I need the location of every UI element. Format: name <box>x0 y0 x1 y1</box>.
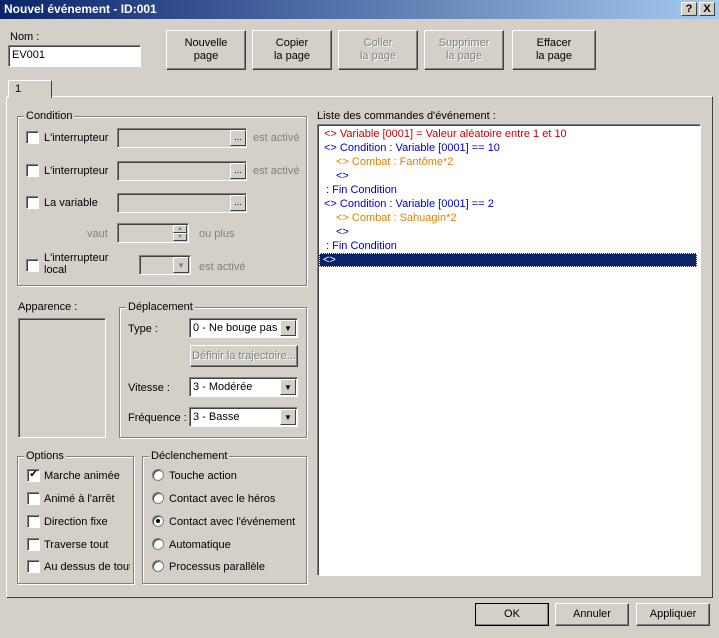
appearance-label: Apparence : <box>18 301 78 313</box>
switch2-browse-button[interactable]: ... <box>230 163 246 179</box>
trigger-radio-event[interactable] <box>152 515 164 527</box>
local-switch-dropdown-icon[interactable]: ▼ <box>173 257 189 273</box>
command-line-condition[interactable]: <> Condition : Variable [0001] == 2 <box>320 197 494 211</box>
option-label-above: Au dessus de tout <box>44 561 130 573</box>
trigger-radio-parallel[interactable] <box>152 560 164 572</box>
command-line-condition[interactable]: <> Condition : Variable [0001] == 10 <box>320 141 500 155</box>
trigger-legend: Déclenchement <box>149 450 230 462</box>
movement-type-dropdown-icon[interactable]: ▼ <box>280 320 296 336</box>
variable-field[interactable] <box>117 193 247 213</box>
local-switch-checkbox[interactable] <box>26 259 39 272</box>
help-button[interactable]: ? <box>681 2 697 16</box>
speed-label: Vitesse : <box>128 382 170 394</box>
movement-type-label: Type : <box>128 323 158 335</box>
name-label: Nom : <box>10 31 40 43</box>
switch2-label: L'interrupteur <box>44 165 109 177</box>
radio-selected-icon <box>156 519 160 523</box>
trigger-radio-auto[interactable] <box>152 538 164 550</box>
option-checkbox-above[interactable] <box>27 560 40 573</box>
switch1-checkbox[interactable] <box>26 131 39 144</box>
switch1-field[interactable] <box>117 128 247 148</box>
option-checkbox-through[interactable] <box>27 538 40 551</box>
option-checkbox-stop-anim[interactable] <box>27 492 40 505</box>
trigger-label-parallel: Processus parallèle <box>169 561 265 573</box>
option-label-fixed-dir: Direction fixe <box>44 516 108 528</box>
option-label-walk-anim: Marche animée <box>44 470 120 482</box>
name-input[interactable]: EV001 <box>8 45 141 67</box>
tab-page-1[interactable]: 1 <box>8 80 52 98</box>
variable-value-label: vaut <box>87 228 108 240</box>
trigger-radio-action[interactable] <box>152 469 164 481</box>
command-line-end-condition[interactable]: : Fin Condition <box>322 239 397 253</box>
variable-value-suffix: ou plus <box>199 228 235 240</box>
switch2-field[interactable] <box>117 161 247 181</box>
frequency-label: Fréquence : <box>128 412 187 424</box>
command-list-label: Liste des commandes d'événement : <box>317 110 496 122</box>
speed-dropdown-icon[interactable]: ▼ <box>280 379 296 395</box>
trigger-label-hero: Contact avec le héros <box>169 493 276 505</box>
trigger-label-action: Touche action <box>169 470 237 482</box>
cancel-button[interactable]: Annuler <box>555 603 629 626</box>
appearance-graphic[interactable] <box>18 318 106 438</box>
paste-page-button[interactable]: Coller la page <box>338 30 418 70</box>
apply-button[interactable]: Appliquer <box>636 603 710 626</box>
switch1-label: L'interrupteur <box>44 132 109 144</box>
trigger-label-event: Contact avec l'événement <box>169 516 296 528</box>
switch2-checkbox[interactable] <box>26 164 39 177</box>
switch1-browse-button[interactable]: ... <box>230 130 246 146</box>
command-line-combat[interactable]: <> Combat : Sahuagin*2 <box>332 211 456 225</box>
new-page-button[interactable]: Nouvelle page <box>166 30 246 70</box>
spin-up-icon[interactable]: ▲ <box>173 225 187 233</box>
spin-down-icon[interactable]: ▼ <box>173 233 187 241</box>
ok-button[interactable]: OK <box>475 603 549 626</box>
command-list[interactable]: <> Variable [0001] = Valeur aléatoire en… <box>317 124 701 576</box>
clear-page-button[interactable]: Effacer la page <box>512 30 596 70</box>
switch1-suffix: est activé <box>253 132 300 144</box>
options-legend: Options <box>24 450 66 462</box>
define-route-button[interactable]: Définir la trajectoire... <box>190 345 298 367</box>
command-line-empty[interactable]: <> <box>332 169 349 183</box>
delete-page-button[interactable]: Supprimer la page <box>424 30 504 70</box>
close-icon: X <box>703 3 711 15</box>
trigger-radio-hero[interactable] <box>152 492 164 504</box>
copy-page-button[interactable]: Copier la page <box>252 30 332 70</box>
variable-browse-button[interactable]: ... <box>230 195 246 211</box>
option-label-through: Traverse tout <box>44 539 109 551</box>
movement-legend: Déplacement <box>126 301 195 313</box>
window-title: Nouvel événement - ID:001 <box>4 2 157 16</box>
option-checkbox-fixed-dir[interactable] <box>27 515 40 528</box>
option-checkbox-walk-anim[interactable]: ✔ <box>27 469 40 482</box>
frequency-dropdown-icon[interactable]: ▼ <box>280 409 296 425</box>
local-switch-suffix: est activé <box>199 261 246 273</box>
command-line-selected[interactable]: <> <box>319 253 697 267</box>
close-button[interactable]: X <box>699 2 715 16</box>
title-bar[interactable]: Nouvel événement - ID:001 <box>0 0 719 19</box>
local-switch-label: L'interrupteur local <box>44 252 109 274</box>
switch2-suffix: est activé <box>253 165 300 177</box>
command-line-variable[interactable]: <> Variable [0001] = Valeur aléatoire en… <box>320 127 567 141</box>
option-label-stop-anim: Animé à l'arrêt <box>44 493 115 505</box>
variable-label: La variable <box>44 197 98 209</box>
trigger-label-auto: Automatique <box>169 539 231 551</box>
command-line-empty[interactable]: <> <box>332 225 349 239</box>
variable-checkbox[interactable] <box>26 196 39 209</box>
condition-legend: Condition <box>24 110 75 122</box>
command-line-end-condition[interactable]: : Fin Condition <box>322 183 397 197</box>
command-line-combat[interactable]: <> Combat : Fantôme*2 <box>332 155 453 169</box>
